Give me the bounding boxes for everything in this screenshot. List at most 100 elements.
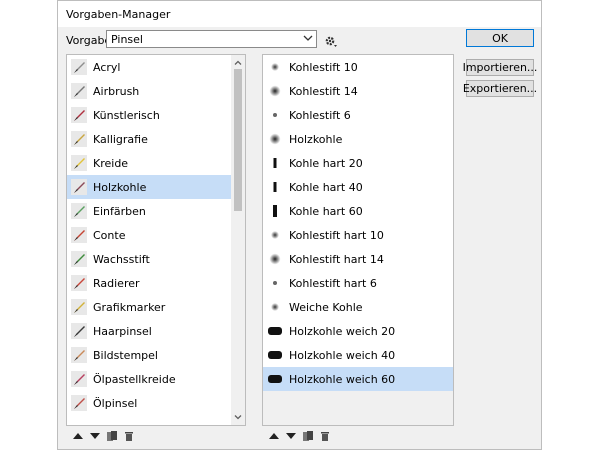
conte-crayon-icon [71,227,87,243]
delete-icon[interactable] [123,430,135,442]
list-item[interactable]: Grafikmarker [67,295,232,319]
preset-type-select[interactable]: Pinsel [106,30,317,48]
soft-round-medium-icon [267,131,283,147]
move-up-icon[interactable] [72,430,84,442]
list-item[interactable]: Ölpastellkreide [67,367,232,391]
list-item-label: Conte [93,228,126,242]
list-item-label: Haarpinsel [93,324,152,338]
scroll-up-icon[interactable] [233,58,243,68]
chevron-down-icon [303,35,313,41]
soft-round-medium-icon [267,251,283,267]
charcoal-icon [71,179,87,195]
list-item-label: Holzkohle weich 40 [289,348,396,362]
list-item[interactable]: Airbrush [67,79,232,103]
list-item[interactable]: Kohle hart 60 [263,199,453,223]
airbrush-icon [71,83,87,99]
eraser-icon [71,275,87,291]
list-item[interactable]: Holzkohle [67,175,232,199]
list-item-label: Kalligrafie [93,132,148,146]
list-item[interactable]: Kohlestift hart 10 [263,223,453,247]
list-item-label: Airbrush [93,84,140,98]
preset-category-list[interactable]: Acryl Airbrush Künstlerisch Kalligrafie Krei… [66,54,246,426]
list-item-label: Bildstempel [93,348,158,362]
ok-button[interactable]: OK [466,29,534,47]
list-item-label: Holzkohle weich 60 [289,372,396,386]
list-item-label: Ölpinsel [93,396,138,410]
preset-type-value: Pinsel [111,33,143,46]
graphic-marker-icon [71,299,87,315]
list-item[interactable]: Kohlestift 6 [263,103,453,127]
colorize-icon [71,203,87,219]
list-item-label: Kohlestift 10 [289,60,358,74]
list-item[interactable]: Kalligrafie [67,127,232,151]
gear-icon[interactable] [324,34,338,48]
list-item-label: Kohlestift hart 14 [289,252,384,266]
list-item-label: Künstlerisch [93,108,160,122]
move-up-icon[interactable] [268,430,280,442]
delete-icon[interactable] [319,430,331,442]
list-item[interactable]: Acryl [67,55,232,79]
soft-round-small-icon [267,227,283,243]
preset-manager-dialog: Vorgaben-Manager Vorgabe: Pinsel OK Impo… [57,0,542,450]
hard-bar-icon [267,179,283,195]
list-item[interactable]: Holzkohle [263,127,453,151]
acrylic-brush-icon [71,59,87,75]
list-item-label: Kreide [93,156,129,170]
list-item[interactable]: Bildstempel [67,343,232,367]
list-item[interactable]: Ölpinsel [67,391,232,415]
list-item-label: Acryl [93,60,121,74]
list-item-label: Kohlestift hart 10 [289,228,384,242]
wide-blob-icon [267,371,283,387]
scrollbar-thumb[interactable] [234,69,242,211]
list-item[interactable]: Kohle hart 40 [263,175,453,199]
list-item[interactable]: Wachsstift [67,247,232,271]
duplicate-icon[interactable] [106,430,118,442]
list-item[interactable]: Holzkohle weich 40 [263,343,453,367]
oil-pastel-icon [71,371,87,387]
list-item[interactable]: Holzkohle weich 20 [263,319,453,343]
list-item-label: Wachsstift [93,252,150,266]
list-item[interactable]: Kreide [67,151,232,175]
list-item[interactable]: Kohlestift 10 [263,55,453,79]
list-item-label: Kohlestift 14 [289,84,358,98]
list-item-label: Grafikmarker [93,300,166,314]
soft-round-medium-icon [267,83,283,99]
list-item[interactable]: Weiche Kohle [263,295,453,319]
list-item[interactable]: Kohle hart 20 [263,151,453,175]
soft-round-tiny-icon [267,107,283,123]
export-button[interactable]: Exportieren... [463,80,537,97]
list-item[interactable]: Kohlestift 14 [263,79,453,103]
list-item[interactable]: Kohlestift hart 14 [263,247,453,271]
list-item[interactable]: Kohlestift hart 6 [263,271,453,295]
list-item-label: Kohle hart 40 [289,180,363,194]
list-item-label: Kohlestift 6 [289,108,351,122]
soft-round-small-icon [267,299,283,315]
list-item[interactable]: Einfärben [67,199,232,223]
list-item[interactable]: Holzkohle weich 60 [263,367,453,391]
category-toolbar [72,429,135,443]
move-down-icon[interactable] [285,430,297,442]
preset-variant-list[interactable]: Kohlestift 10 Kohlestift 14 Kohlestift 6 Ho… [262,54,454,426]
hard-bar-icon [267,155,283,171]
import-button[interactable]: Importieren... [463,59,537,76]
list-item[interactable]: Radierer [67,271,232,295]
list-item-label: Holzkohle [93,180,147,194]
title-bar: Vorgaben-Manager [58,1,541,27]
wide-blob-icon [267,323,283,339]
list-empty-area [263,391,453,425]
vertical-scrollbar[interactable] [231,55,245,425]
wax-crayon-icon [71,251,87,267]
list-item[interactable]: Künstlerisch [67,103,232,127]
list-item[interactable]: Conte [67,223,232,247]
list-item[interactable]: Haarpinsel [67,319,232,343]
duplicate-icon[interactable] [302,430,314,442]
soft-round-tiny-icon [267,275,283,291]
artistic-brush-icon [71,107,87,123]
scroll-down-icon[interactable] [233,412,243,422]
wide-blob-icon [267,347,283,363]
move-down-icon[interactable] [89,430,101,442]
list-item-label: Kohle hart 60 [289,204,363,218]
oil-brush-icon [71,395,87,411]
list-item-label: Weiche Kohle [289,300,363,314]
calligraphy-pen-icon [71,131,87,147]
